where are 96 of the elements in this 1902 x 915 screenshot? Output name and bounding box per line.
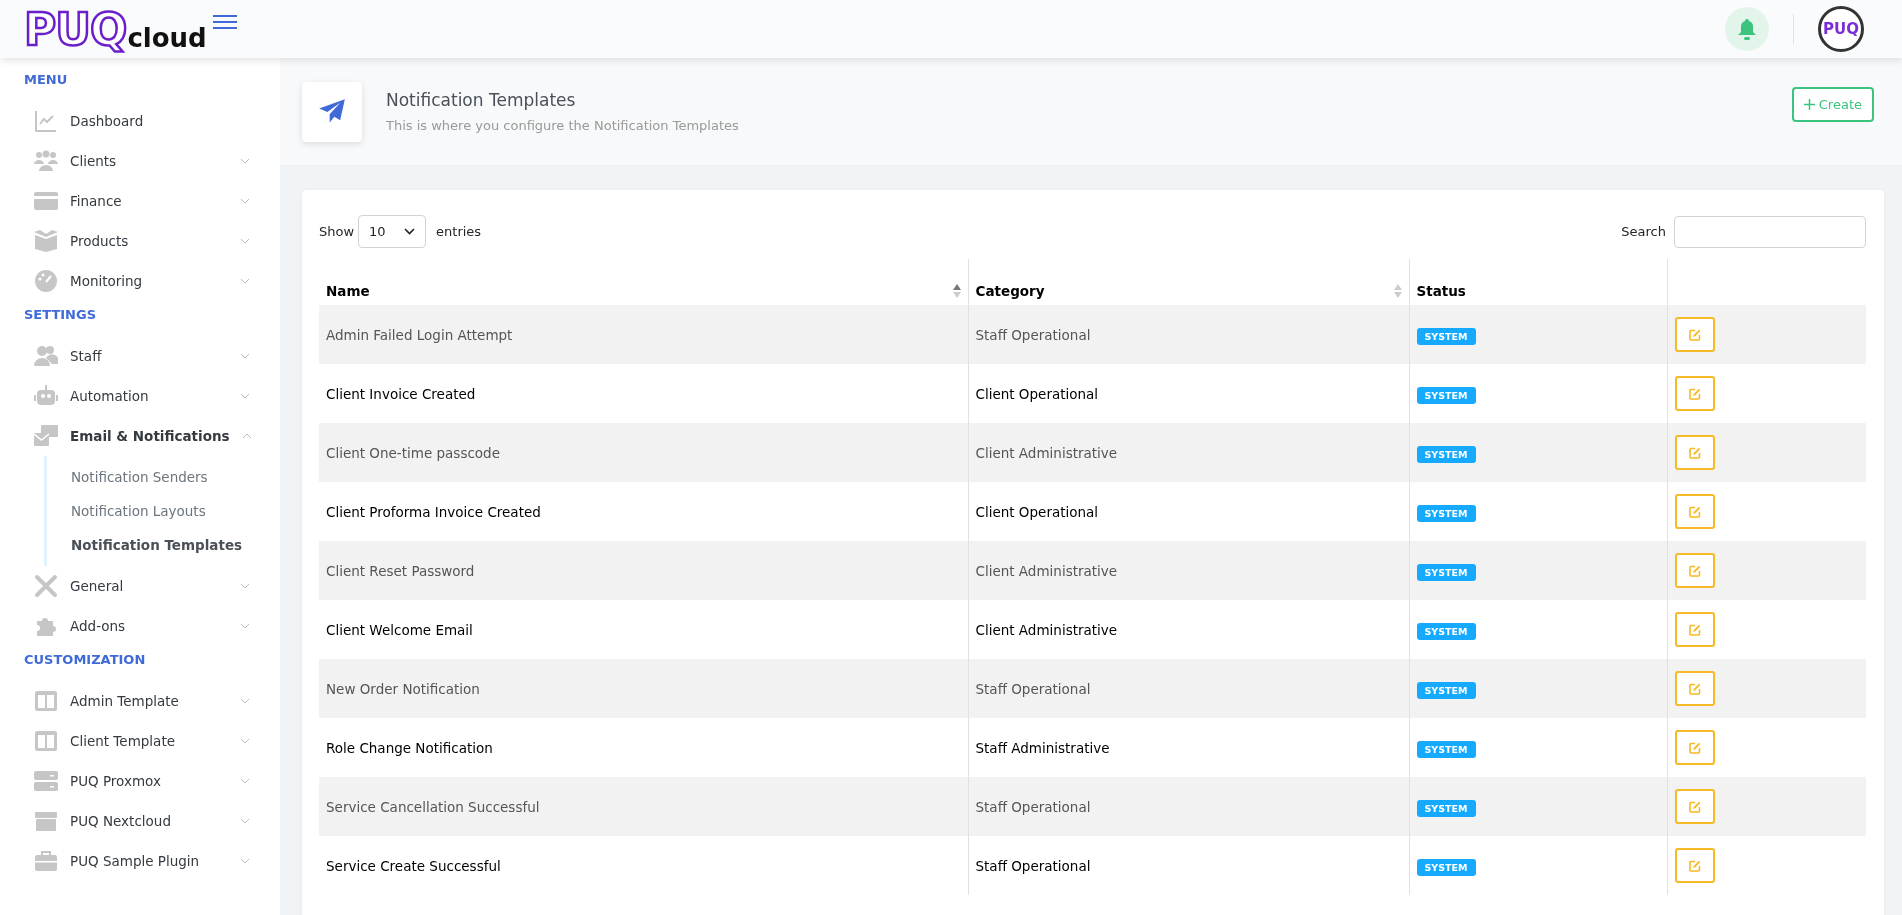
status-badge: SYSTEM [1416,858,1476,876]
edit-button[interactable] [1674,789,1715,824]
server-icon [34,769,58,793]
search-label: Search [1621,224,1666,239]
briefcase-icon [34,849,58,873]
box-icon [34,229,58,253]
sidebar-item[interactable]: Admin Template [0,681,280,721]
table-cell: Admin Failed Login Attempt [319,305,968,364]
edit-icon [1688,328,1701,341]
edit-button[interactable] [1674,376,1715,411]
chevron-down-icon [404,228,416,235]
sidebar-item[interactable]: Clients [0,141,280,181]
edit-button[interactable] [1674,317,1715,352]
table-cell: Client Reset Password [319,541,968,600]
edit-button[interactable] [1674,435,1715,470]
table-cell: Client Administrative [968,541,1409,600]
sidebar-item[interactable]: Add-ons [0,606,280,646]
status-badge: SYSTEM [1416,563,1476,581]
robot-icon [34,384,58,408]
edit-button[interactable] [1674,730,1715,765]
edit-button[interactable] [1674,553,1715,588]
sidebar-item[interactable]: Products [0,221,280,261]
submenu-item[interactable]: Notification Templates [47,528,280,562]
table-cell: Client Proforma Invoice Created [319,482,968,541]
menu-icon[interactable] [212,14,237,30]
sidebar-item[interactable]: Staff [0,336,280,376]
status-badge: SYSTEM [1416,445,1476,463]
users-icon [34,344,58,368]
page-size-select[interactable]: 10 [358,215,427,248]
plus-icon [1803,99,1815,110]
chart-line-icon [34,109,58,133]
submenu-item[interactable]: Notification Layouts [47,494,280,528]
envelope-icon [34,424,58,448]
edit-button[interactable] [1674,612,1715,647]
table-cell: Staff Operational [968,777,1409,836]
sidebar-item[interactable]: Email & Notifications [0,416,280,456]
credit-card-icon [34,189,58,213]
bell-icon [1737,18,1757,40]
status-badge: SYSTEM [1416,622,1476,640]
notification-button[interactable] [1725,7,1769,51]
status-badge: SYSTEM [1416,799,1476,817]
status-badge: SYSTEM [1416,504,1476,522]
edit-button[interactable] [1674,848,1715,883]
show-label: Show [319,224,355,239]
section-heading: CUSTOMIZATION [23,651,147,669]
user-avatar[interactable]: PUQ [1818,6,1864,52]
layout-icon [34,729,58,753]
status-badge: SYSTEM [1416,386,1476,404]
table-cell: Service Cancellation Successful [319,777,968,836]
sidebar-item[interactable]: PUQ Nextcloud [0,801,280,841]
users-icon [34,149,58,173]
edit-icon [1688,564,1701,577]
table-cell: Client One-time passcode [319,423,968,482]
edit-icon [1688,800,1701,813]
table-cell: Client Invoice Created [319,364,968,423]
gauge-icon [34,269,58,293]
entries-label: entries [436,224,482,239]
layout-icon [34,689,58,713]
table-cell: Staff Operational [968,305,1409,364]
section-heading: MENU [23,71,69,89]
edit-icon [1688,623,1701,636]
page-title: Notification Templates [386,90,577,110]
column-header[interactable]: Name [319,259,968,305]
edit-icon [1688,859,1701,872]
table-cell: Role Change Notification [319,718,968,777]
table-cell: Staff Operational [968,659,1409,718]
table-cell: New Order Notification [319,659,968,718]
table-cell: Client Welcome Email [319,600,968,659]
edit-button[interactable] [1674,671,1715,706]
table-cell: Client Administrative [968,423,1409,482]
sidebar-item[interactable]: Dashboard [0,101,280,141]
page-subtitle: This is where you configure the Notification Templates [386,118,740,133]
edit-icon [1688,387,1701,400]
edit-icon [1688,446,1701,459]
section-heading: SETTINGS [23,306,98,324]
box-icon [34,809,58,833]
edit-button[interactable] [1674,494,1715,529]
logo[interactable]: PUQcloud [24,3,207,55]
sort-icon[interactable] [952,284,961,298]
edit-icon [1688,505,1701,518]
search-field[interactable] [1674,215,1866,248]
table-cell: Staff Operational [968,836,1409,895]
sidebar-item[interactable]: Monitoring [0,261,280,301]
status-badge: SYSTEM [1416,740,1476,758]
edit-icon [1688,741,1701,754]
sidebar-item[interactable]: Finance [0,181,280,221]
sidebar-item[interactable]: PUQ Proxmox [0,761,280,801]
status-badge: SYSTEM [1416,327,1476,345]
sidebar-item[interactable]: Client Template [0,721,280,761]
edit-icon [1688,682,1701,695]
sidebar-item[interactable]: Automation [0,376,280,416]
status-badge: SYSTEM [1416,681,1476,699]
submenu-item[interactable]: Notification Senders [47,460,280,494]
sidebar-item[interactable]: General [0,566,280,606]
sidebar-item[interactable]: PUQ Sample Plugin [0,841,280,881]
table-cell: Service Create Successful [319,836,968,895]
